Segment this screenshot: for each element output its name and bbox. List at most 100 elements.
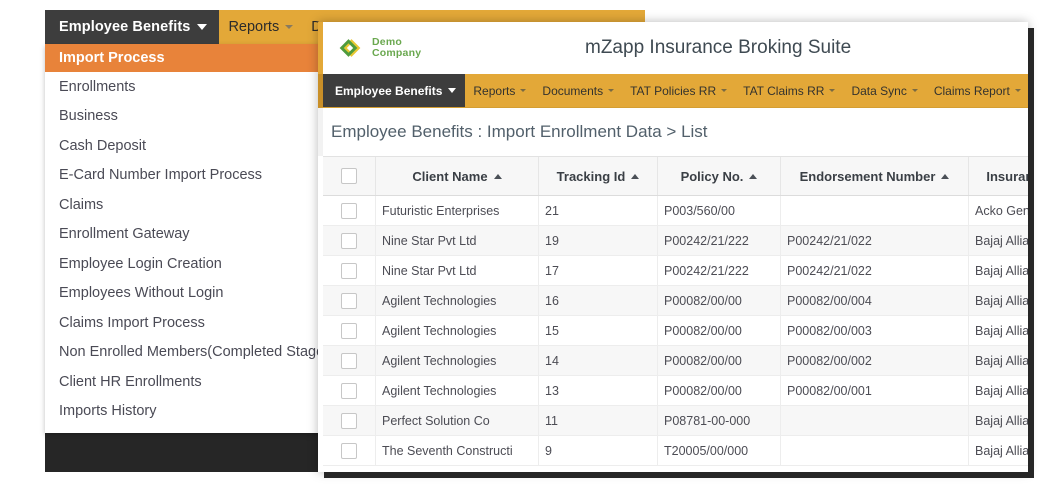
column-header-endorsement-number-label: Endorsement Number	[799, 168, 936, 184]
cell-tracking-id: 19	[538, 225, 658, 256]
dropdown-item-label: Enrollments	[59, 78, 136, 95]
chevron-down-icon	[197, 24, 208, 30]
app-title: mZapp Insurance Broking Suite	[585, 37, 852, 58]
column-header-insurance-company-name[interactable]: Insurance Company N	[968, 157, 1028, 196]
row-checkbox-cell[interactable]	[323, 315, 376, 346]
nav-tat-claims-rr[interactable]: TAT Claims RR	[735, 74, 843, 107]
chevron-down-icon	[448, 88, 457, 93]
company-logo-line2: Company	[372, 47, 422, 59]
column-header-tracking-id[interactable]: Tracking Id	[538, 157, 658, 196]
row-checkbox[interactable]	[341, 232, 357, 249]
cell-endorsement-number: P00082/00/001	[780, 375, 969, 406]
dropdown-item-label: Enrollment Gateway	[59, 226, 190, 243]
column-header-endorsement-number[interactable]: Endorsement Number	[780, 157, 969, 196]
select-all-checkbox[interactable]	[341, 168, 357, 185]
nav-data-sync[interactable]: Data Sync	[843, 74, 925, 107]
table-row[interactable]: Agilent Technologies 14 P00082/00/00 P00…	[323, 345, 1028, 376]
nav-data-sync-label: Data Sync	[851, 83, 907, 98]
cell-tracking-id: 13	[538, 375, 658, 406]
row-checkbox[interactable]	[341, 202, 357, 219]
row-checkbox-cell[interactable]	[323, 195, 376, 226]
row-checkbox-cell[interactable]	[323, 405, 376, 436]
sort-ascending-icon[interactable]	[631, 173, 640, 179]
cell-client-name: Agilent Technologies	[375, 285, 539, 316]
cell-policy-no: P00082/00/00	[657, 375, 781, 406]
row-checkbox-cell[interactable]	[323, 345, 376, 376]
row-checkbox[interactable]	[341, 382, 357, 399]
column-header-policy-no[interactable]: Policy No.	[657, 157, 781, 196]
table-row[interactable]: Nine Star Pvt Ltd 17 P00242/21/222 P0024…	[323, 255, 1028, 286]
nav-claims-report[interactable]: Claims Report	[926, 74, 1028, 107]
column-header-client-name[interactable]: Client Name	[375, 157, 539, 196]
background-nav-reports[interactable]: Reports	[219, 10, 302, 44]
row-checkbox-cell[interactable]	[323, 435, 376, 466]
chevron-down-icon	[608, 89, 615, 92]
chevron-down-icon	[911, 89, 918, 92]
table-row[interactable]: The Seventh Constructi 9 T20005/00/000 B…	[323, 435, 1028, 466]
cell-tracking-id: 17	[538, 255, 658, 286]
company-logo-text: Demo Company	[372, 36, 422, 60]
dropdown-item-label: Client HR Enrollments	[59, 373, 202, 390]
nav-tat-policies-rr[interactable]: TAT Policies RR	[622, 74, 735, 107]
cell-endorsement-number: P00242/21/022	[780, 255, 969, 286]
cell-endorsement-number	[780, 435, 969, 466]
company-logo[interactable]: Demo Company	[323, 33, 525, 63]
cell-policy-no: P003/560/00	[657, 195, 781, 226]
enrollment-data-table: Client Name Tracking Id Policy No. Endor…	[323, 157, 1028, 466]
sort-ascending-icon[interactable]	[941, 173, 950, 179]
enrollment-data-table-wrapper: Client Name Tracking Id Policy No. Endor…	[323, 156, 1028, 466]
cell-insurance-company: Bajaj Allianz Gen...	[968, 405, 1028, 436]
cell-endorsement-number: P00082/00/004	[780, 285, 969, 316]
nav-tat-policies-rr-label: TAT Policies RR	[630, 83, 717, 98]
table-body: Futuristic Enterprises 21 P003/560/00 Ac…	[323, 195, 1028, 466]
cell-client-name: Agilent Technologies	[375, 375, 539, 406]
row-checkbox[interactable]	[341, 322, 357, 339]
chevron-down-icon	[721, 89, 728, 92]
chevron-down-icon	[829, 89, 836, 92]
row-checkbox[interactable]	[341, 412, 357, 429]
row-checkbox-cell[interactable]	[323, 225, 376, 256]
dropdown-item-label: Cash Deposit	[59, 137, 147, 154]
cell-policy-no: P00082/00/00	[657, 285, 781, 316]
cell-client-name: Agilent Technologies	[375, 315, 539, 346]
foreground-app-window: Demo Company mZapp Insurance Broking Sui…	[318, 22, 1028, 472]
row-checkbox-cell[interactable]	[323, 375, 376, 406]
nav-documents[interactable]: Documents	[534, 74, 622, 107]
dropdown-item-label: Imports History	[59, 403, 157, 420]
cell-client-name: Agilent Technologies	[375, 345, 539, 376]
row-checkbox[interactable]	[341, 352, 357, 369]
cell-policy-no: P08781-00-000	[657, 405, 781, 436]
background-nav-reports-label: Reports	[228, 19, 280, 35]
row-checkbox[interactable]	[341, 262, 357, 279]
column-header-select-all[interactable]	[323, 157, 376, 196]
chevron-down-icon	[520, 89, 527, 92]
dropdown-item-label: Employees Without Login	[59, 285, 224, 302]
column-header-policy-no-label: Policy No.	[680, 168, 744, 184]
sort-ascending-icon[interactable]	[493, 173, 502, 179]
table-row[interactable]: Agilent Technologies 16 P00082/00/00 P00…	[323, 285, 1028, 316]
nav-employee-benefits[interactable]: Employee Benefits	[323, 74, 466, 107]
cell-tracking-id: 14	[538, 345, 658, 376]
cell-tracking-id: 16	[538, 285, 658, 316]
dropdown-item-label: Claims	[59, 196, 104, 213]
row-checkbox-cell[interactable]	[323, 285, 376, 316]
column-header-client-name-label: Client Name	[412, 168, 488, 184]
dropdown-item-label: Claims Import Process	[59, 314, 205, 331]
dropdown-item-label: Non Enrolled Members(Completed Stage)	[59, 344, 329, 361]
nav-reports[interactable]: Reports	[465, 74, 534, 107]
row-checkbox[interactable]	[341, 442, 357, 459]
cell-policy-no: P00082/00/00	[657, 315, 781, 346]
background-nav-employee-benefits[interactable]: Employee Benefits	[45, 10, 220, 44]
table-row[interactable]: Agilent Technologies 15 P00082/00/00 P00…	[323, 315, 1028, 346]
table-row[interactable]: Agilent Technologies 13 P00082/00/00 P00…	[323, 375, 1028, 406]
cell-endorsement-number	[780, 405, 969, 436]
row-checkbox-cell[interactable]	[323, 255, 376, 286]
table-row[interactable]: Futuristic Enterprises 21 P003/560/00 Ac…	[323, 195, 1028, 226]
sort-ascending-icon[interactable]	[749, 173, 758, 179]
nav-claims-report-label: Claims Report	[933, 83, 1010, 98]
cell-endorsement-number	[780, 195, 969, 226]
table-row[interactable]: Perfect Solution Co 11 P08781-00-000 Baj…	[323, 405, 1028, 436]
dropdown-item-label: Import Process	[59, 50, 165, 66]
table-row[interactable]: Nine Star Pvt Ltd 19 P00242/21/222 P0024…	[323, 225, 1028, 256]
row-checkbox[interactable]	[341, 292, 357, 309]
